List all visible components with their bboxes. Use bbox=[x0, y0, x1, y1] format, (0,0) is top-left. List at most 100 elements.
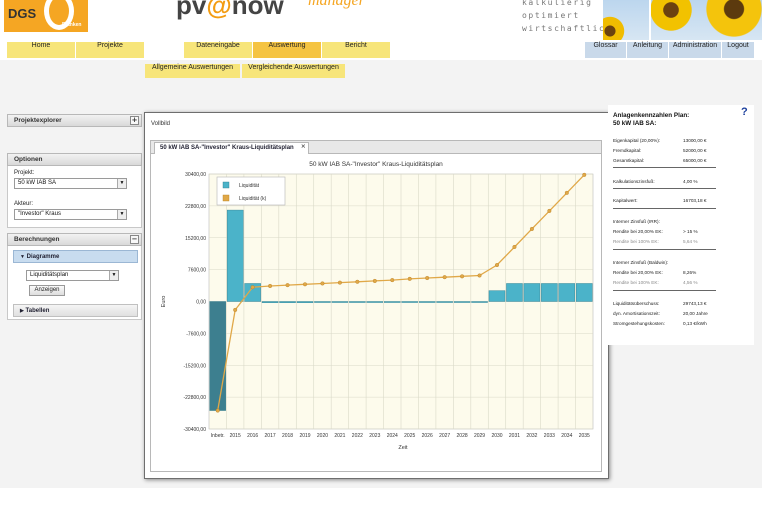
nav-anleitung[interactable]: Anleitung bbox=[627, 42, 668, 58]
berechnungen-title: Berechnungen bbox=[14, 236, 60, 243]
kz-value: 8,26% bbox=[683, 270, 697, 275]
kz-value: 4,56 % bbox=[683, 280, 698, 285]
cumulative-point bbox=[390, 278, 395, 283]
x-tick-label: 2030 bbox=[491, 433, 502, 439]
akteur-select[interactable]: "Investor" Kraus ▼ bbox=[14, 209, 127, 220]
x-tick-label: Inbetr. bbox=[211, 433, 225, 439]
tagline-line: wirtschaftlich bbox=[522, 24, 612, 33]
y-tick-label: -22800,00 bbox=[183, 395, 206, 401]
y-tick-label: -30400,00 bbox=[183, 427, 206, 433]
header: DGS Franken pv@now manager kalkulierig o… bbox=[0, 0, 762, 40]
tagline-line: optimiert bbox=[522, 11, 580, 20]
nav-home[interactable]: Home bbox=[7, 42, 75, 58]
help-icon[interactable]: ? bbox=[741, 106, 748, 118]
cumulative-point bbox=[582, 172, 587, 177]
brand-title: pv@now bbox=[176, 0, 284, 21]
x-tick-label: 2026 bbox=[422, 433, 433, 439]
logo-text: DGS bbox=[8, 6, 37, 21]
cumulative-point bbox=[564, 190, 569, 195]
akteur-label: Akteur: bbox=[14, 201, 34, 207]
liquidity-bar bbox=[418, 301, 436, 303]
liquidity-bar bbox=[384, 301, 401, 303]
triangle-right-icon: ▶ bbox=[20, 308, 24, 314]
cumulative-point bbox=[233, 307, 238, 312]
nav-auswertung[interactable]: Auswertung bbox=[253, 42, 321, 58]
cumulative-point bbox=[460, 274, 465, 279]
vollbild-link[interactable]: Vollbild bbox=[151, 121, 170, 127]
liquidity-bar bbox=[349, 301, 366, 303]
diagramme-node[interactable]: ▼ Diagramme bbox=[13, 250, 138, 263]
liquidity-bar bbox=[209, 301, 226, 411]
brand-now: now bbox=[231, 0, 284, 20]
cumulative-point bbox=[250, 285, 255, 290]
x-tick-label: 2017 bbox=[265, 433, 276, 439]
subnav-allgemeine[interactable]: Allgemeine Auswertungen bbox=[145, 64, 240, 78]
cumulative-point bbox=[372, 278, 377, 283]
nav-administration[interactable]: Administration bbox=[669, 42, 721, 58]
divider bbox=[613, 167, 716, 168]
cumulative-point bbox=[320, 281, 325, 286]
projektexplorer-header[interactable]: Projektexplorer + bbox=[7, 114, 142, 127]
anzeigen-button[interactable]: Anzeigen bbox=[29, 285, 65, 296]
subnav-vergleichende[interactable]: Vergleichende Auswertungen bbox=[242, 64, 345, 78]
close-icon[interactable]: × bbox=[301, 143, 306, 150]
kz-section-title: Interner Zinsfuß (Baldwin): bbox=[613, 260, 669, 265]
x-tick-label: 2028 bbox=[457, 433, 468, 439]
nav-projekte[interactable]: Projekte bbox=[76, 42, 144, 58]
berechnungen-header[interactable]: Berechnungen − bbox=[7, 233, 142, 246]
diagramm-select[interactable]: Liquiditätsplan ▼ bbox=[26, 270, 119, 281]
photo-divider bbox=[649, 0, 651, 40]
chevron-down-icon[interactable]: ▼ bbox=[117, 210, 126, 219]
x-tick-label: 2035 bbox=[579, 433, 590, 439]
sunflower-icon bbox=[603, 14, 627, 40]
liquidity-bar bbox=[558, 283, 576, 302]
sunflower-icon bbox=[647, 0, 695, 34]
projektexplorer-title: Projektexplorer bbox=[14, 117, 62, 124]
brand-at: @ bbox=[206, 0, 232, 20]
x-tick-label: 2034 bbox=[561, 433, 572, 439]
y-tick-label: -15200,00 bbox=[183, 363, 206, 369]
chart-title: 50 kW IAB SA-"Investor" Kraus-Liquidität… bbox=[309, 161, 443, 168]
nav-bericht[interactable]: Bericht bbox=[322, 42, 390, 58]
tagline-line: kalkulierig bbox=[522, 0, 593, 7]
nav-logout[interactable]: Logout bbox=[722, 42, 754, 58]
kz-value: 52000,00 € bbox=[683, 148, 707, 153]
projekt-select[interactable]: 50 kW IAB SA ▼ bbox=[14, 178, 127, 189]
kz-value: 4,00 % bbox=[683, 179, 698, 184]
brand-manager: manager bbox=[308, 0, 365, 9]
kz-section-title: Interner Zinsfuß (IRR): bbox=[613, 219, 660, 224]
chevron-down-icon[interactable]: ▼ bbox=[109, 271, 118, 280]
kennzahlen-title: Anlagenkennzahlen Plan: bbox=[613, 112, 690, 119]
chevron-down-icon[interactable]: ▼ bbox=[117, 179, 126, 188]
nav-dateneingabe[interactable]: Dateneingabe bbox=[184, 42, 252, 58]
x-tick-label: 2025 bbox=[404, 433, 415, 439]
y-tick-label: 15200,00 bbox=[185, 236, 206, 242]
y-tick-label: 7600,00 bbox=[188, 268, 206, 274]
kz-value: 13000,00 € bbox=[683, 138, 707, 143]
cumulative-point bbox=[285, 283, 290, 288]
app-root: DGS Franken pv@now manager kalkulierig o… bbox=[0, 0, 762, 508]
liquidity-bar bbox=[471, 301, 488, 303]
tab-strip: 50 kW IAB SA-"Investor" Kraus-Liquidität… bbox=[151, 141, 601, 154]
dgs-logo[interactable]: DGS Franken bbox=[4, 0, 88, 32]
liquidity-bar bbox=[261, 301, 279, 303]
diagramm-select-value: Liquiditätsplan bbox=[30, 272, 69, 278]
liquidity-bar bbox=[226, 209, 244, 302]
collapse-icon[interactable]: − bbox=[130, 235, 139, 244]
liquidity-chart: 50 kW IAB SA-"Investor" Kraus-Liquidität… bbox=[161, 161, 594, 451]
cumulative-point bbox=[425, 276, 430, 281]
liquidity-bar bbox=[506, 283, 523, 302]
nav-glossar[interactable]: Glossar bbox=[585, 42, 626, 58]
cumulative-point bbox=[529, 226, 534, 231]
cumulative-point bbox=[495, 263, 500, 268]
chart-tab-panel: 50 kW IAB SA-"Investor" Kraus-Liquidität… bbox=[150, 140, 602, 472]
expand-icon[interactable]: + bbox=[130, 116, 139, 125]
chart-window: Vollbild 50 kW IAB SA-"Investor" Kraus-L… bbox=[144, 112, 609, 479]
kz-value: 0,13 €/kWh bbox=[683, 321, 707, 326]
x-tick-label: 2024 bbox=[387, 433, 398, 439]
footer-strip bbox=[0, 488, 762, 508]
tabellen-node[interactable]: ▶ Tabellen bbox=[13, 304, 138, 317]
x-tick-label: 2019 bbox=[299, 433, 310, 439]
cumulative-point bbox=[477, 273, 482, 278]
tab-liquiditaetsplan[interactable]: 50 kW IAB SA-"Investor" Kraus-Liquidität… bbox=[154, 142, 309, 154]
